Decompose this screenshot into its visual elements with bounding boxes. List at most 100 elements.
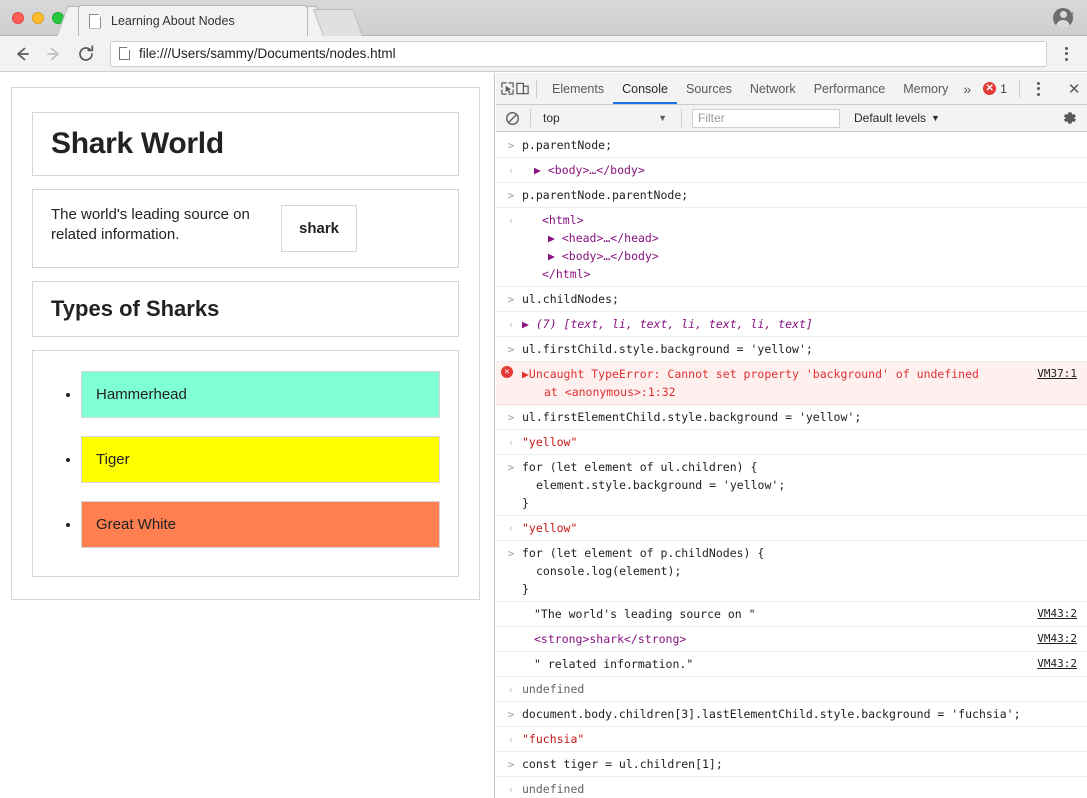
page-paragraph-container: The world's leading source on related in… [32,189,459,268]
page-paragraph-text: The world's leading source on related in… [51,205,263,246]
new-tab-button[interactable] [313,9,363,36]
error-count-badge[interactable]: ✕ 1 [977,82,1013,96]
output-marker-icon: ‹ [507,436,515,449]
close-window-button[interactable] [12,12,24,24]
console-row-log[interactable]: "The world's leading source on " VM43:2 [496,602,1087,627]
console-row-text: "The world's leading source on " [534,607,756,621]
console-row-text: element.style.background = 'yellow'; [536,478,786,492]
console-row-input[interactable]: > ul.firstElementChild.style.background … [496,405,1087,430]
filterbar-divider-2 [681,109,682,127]
error-dot-icon: ✕ [501,366,513,378]
tab-title: Learning About Nodes [111,14,235,28]
console-row-text: ▶ <body>…</body> [534,163,645,177]
filterbar-divider [530,109,531,127]
page-heading-container: Shark World [32,112,459,176]
console-row-text: undefined [522,782,585,796]
browser-toolbar: file:///Users/sammy/Documents/nodes.html [0,36,1087,72]
page-strong-container: shark [281,205,358,252]
output-marker-icon: ‹ [507,214,515,227]
console-row-log[interactable]: " related information." VM43:2 [496,652,1087,677]
input-marker-icon: > [507,411,515,424]
back-arrow-icon[interactable] [10,42,34,66]
source-link[interactable]: VM37:1 [1037,365,1077,383]
console-row-output[interactable]: ‹ undefined [496,777,1087,798]
input-marker-icon: > [507,708,515,721]
profile-avatar-icon[interactable] [1053,8,1073,28]
execution-context-select[interactable]: top ▼ [537,109,675,128]
console-row-input[interactable]: > document.body.children[3].lastElementC… [496,702,1087,727]
page-favicon-icon [89,14,101,29]
list-item: Tiger [81,436,440,483]
tab-sources[interactable]: Sources [677,73,741,104]
input-marker-icon: > [507,189,515,202]
tab-elements[interactable]: Elements [543,73,613,104]
tab-console[interactable]: Console [613,73,677,104]
list-item: Great White [81,501,440,548]
console-error-text: ▶Uncaught TypeError: Cannot set property… [522,367,979,381]
console-row-input[interactable]: > const tiger = ul.children[1]; [496,752,1087,777]
console-row-output[interactable]: ‹ "fuchsia" [496,727,1087,752]
paragraph-lead: The world's leading source on [51,206,250,223]
console-row-text: </html> [542,267,591,281]
page-body-container: Shark World The world's leading source o… [11,87,480,600]
tab-network[interactable]: Network [741,73,805,104]
console-row-text: ▶ <head>…</head> [548,231,659,245]
log-levels-select[interactable]: Default levels ▼ [854,111,940,125]
log-levels-value: Default levels [854,111,927,125]
inspect-element-icon[interactable] [500,76,515,102]
more-tabs-chevron-icon[interactable]: » [957,81,977,97]
console-row-input[interactable]: > ul.firstChild.style.background = 'yell… [496,337,1087,362]
devtools-menu-kebab-icon[interactable] [1026,76,1052,102]
console-row-log[interactable]: <strong>shark</strong> VM43:2 [496,627,1087,652]
output-marker-icon: ‹ [507,783,515,796]
list-item-label: Hammerhead [96,386,187,403]
chevron-down-icon: ▼ [658,113,667,123]
tab-performance[interactable]: Performance [805,73,895,104]
console-row-text: for (let element of p.childNodes) { [522,546,765,560]
reload-icon[interactable] [74,42,98,66]
console-row-text: <html> [542,213,584,227]
console-row-output[interactable]: ‹ undefined [496,677,1087,702]
input-marker-icon: > [507,343,515,356]
console-row-input[interactable]: > p.parentNode.parentNode; [496,183,1087,208]
clear-console-icon[interactable] [500,106,524,130]
list-item: Hammerhead [81,371,440,418]
close-devtools-icon[interactable]: ✕ [1060,80,1087,98]
page-viewport: Shark World The world's leading source o… [0,73,495,798]
console-row-input[interactable]: > ul.childNodes; [496,287,1087,312]
page-subtitle: Types of Sharks [51,296,220,321]
console-row-input[interactable]: > p.parentNode; [496,133,1087,158]
console-row-output[interactable]: ‹ "yellow" [496,516,1087,541]
toolbar-divider [536,79,537,98]
shark-list: Hammerhead Tiger Great White [51,371,440,548]
tab-memory[interactable]: Memory [894,73,957,104]
console-row-text: for (let element of ul.children) { [522,460,758,474]
console-row-output[interactable]: ‹ <html> ▶ <head>…</head> ▶ <body>…</bod… [496,208,1087,287]
console-row-error[interactable]: ✕ ▶Uncaught TypeError: Cannot set proper… [496,362,1087,405]
settings-gear-icon[interactable] [1060,109,1078,127]
console-row-text: } [522,496,529,510]
console-filter-bar: top ▼ Default levels ▼ [496,105,1087,132]
console-row-output[interactable]: ‹ "yellow" [496,430,1087,455]
console-row-input[interactable]: > for (let element of ul.children) { ele… [496,455,1087,516]
source-link[interactable]: VM43:2 [1037,605,1077,623]
forward-arrow-icon [42,42,66,66]
console-row-text: ▶ <body>…</body> [548,249,659,263]
minimize-window-button[interactable] [32,12,44,24]
console-row-output[interactable]: ‹ ▶ <body>…</body> [496,158,1087,183]
address-bar[interactable]: file:///Users/sammy/Documents/nodes.html [110,40,1047,67]
device-toolbar-icon[interactable] [515,76,530,102]
toolbar-divider-2 [1018,79,1020,98]
chrome-menu-kebab-icon[interactable] [1053,41,1079,67]
console-log[interactable]: > p.parentNode; ‹ ▶ <body>…</body> > p.p… [496,133,1087,798]
console-row-text: const tiger = ul.children[1]; [522,757,723,771]
console-row-input[interactable]: > for (let element of p.childNodes) { co… [496,541,1087,602]
source-link[interactable]: VM43:2 [1037,630,1077,648]
browser-tab[interactable]: Learning About Nodes [78,5,308,36]
filter-input[interactable] [692,108,840,128]
console-row-text: console.log(element); [536,564,682,578]
window-traffic-lights [12,12,64,24]
console-row-output[interactable]: ‹ ▶ (7) [text, li, text, li, text, li, t… [496,312,1087,337]
devtools-panel: Elements Console Sources Network Perform… [496,73,1087,798]
source-link[interactable]: VM43:2 [1037,655,1077,673]
